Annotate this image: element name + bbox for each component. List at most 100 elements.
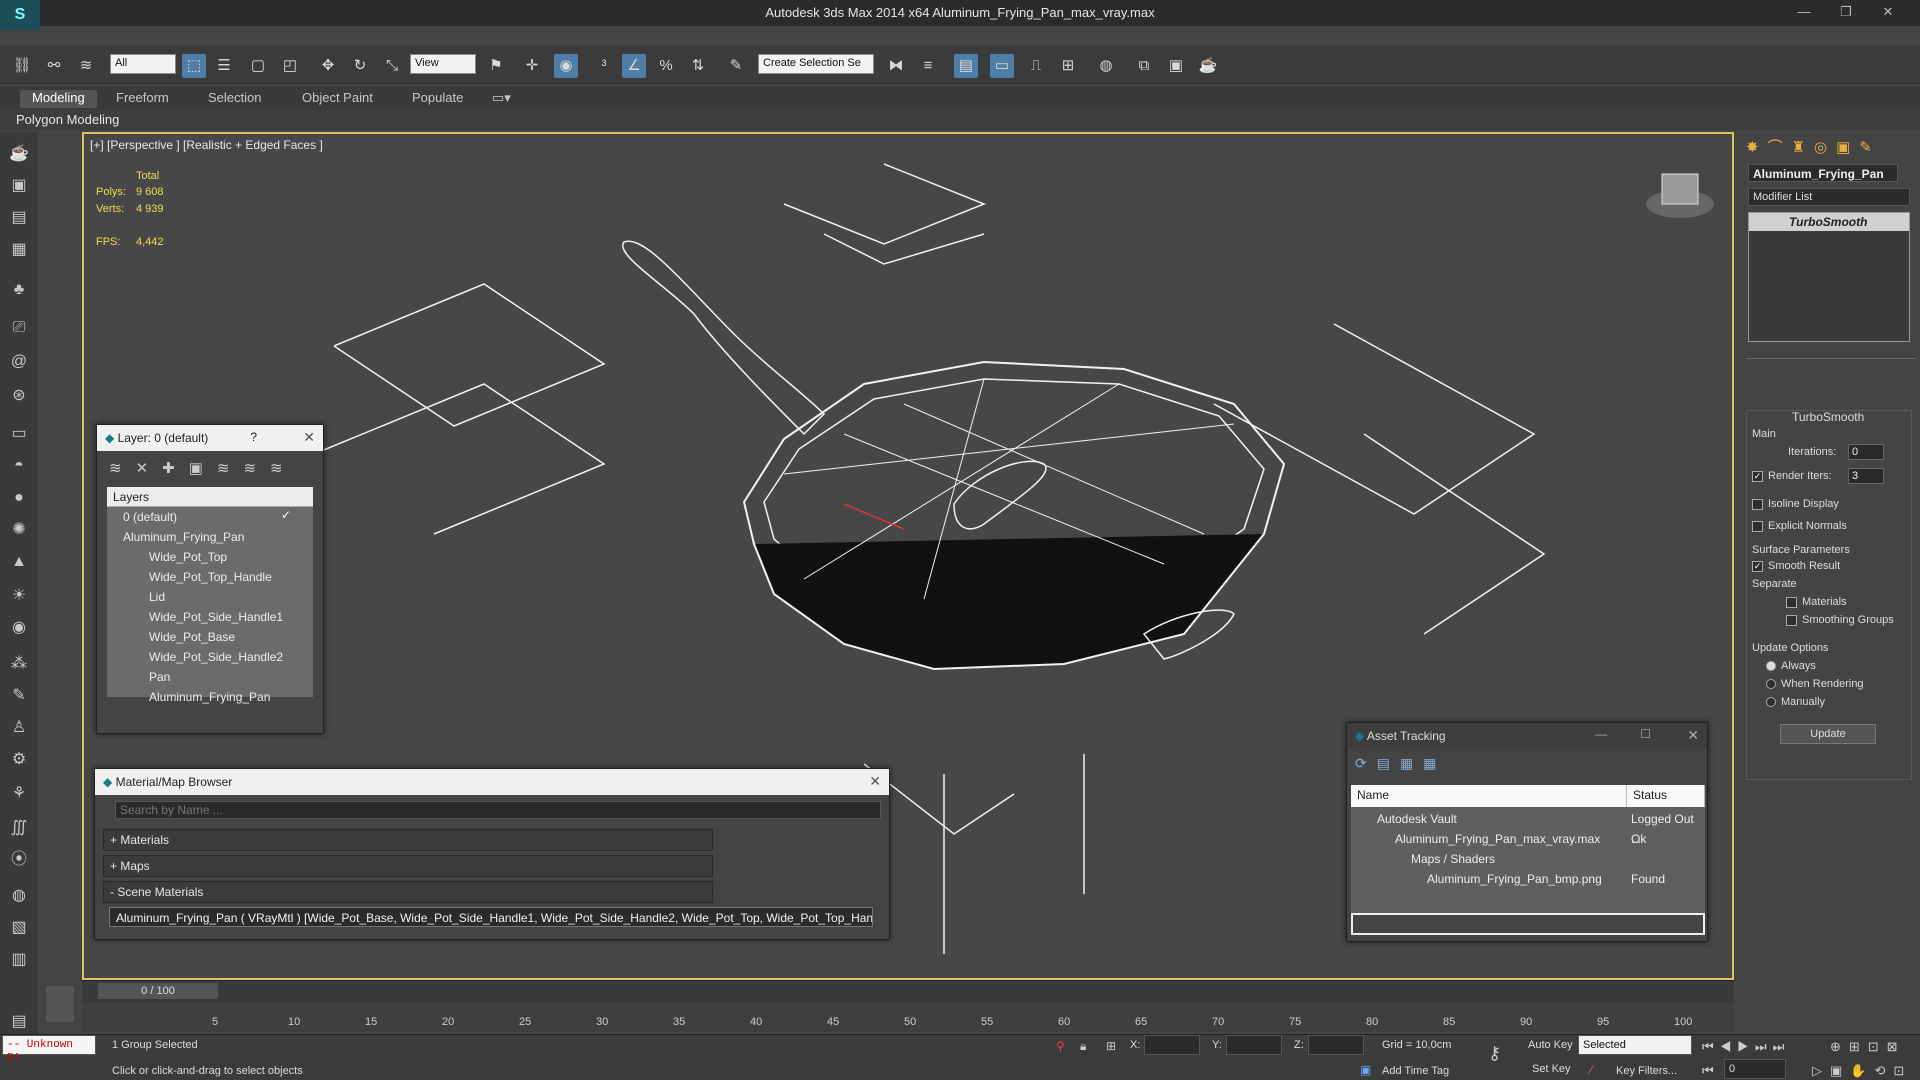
layer-item[interactable]: Aluminum_Frying_Pan: [107, 527, 313, 547]
mini-curve-icon[interactable]: [46, 986, 74, 1022]
percent-snap-icon[interactable]: %: [654, 54, 678, 78]
snaps-toggle-icon[interactable]: ³: [592, 54, 616, 78]
brush-icon[interactable]: ✎: [7, 684, 31, 708]
smooth-result-row[interactable]: ✓ Smooth Result: [1752, 560, 1840, 572]
modifier-turbosmooth[interactable]: TurboSmooth: [1749, 213, 1909, 231]
asset-row-name[interactable]: Autodesk Vault: [1377, 809, 1457, 829]
layer-panel-header[interactable]: ◆ Layer: 0 (default) ? ✕: [97, 425, 323, 451]
current-frame-field[interactable]: 0: [1724, 1059, 1786, 1079]
track-bar[interactable]: 5 10 15 20 25 30 35 40 45 50 55 60 65 70…: [82, 1002, 1734, 1032]
update-button[interactable]: Update: [1780, 724, 1876, 744]
align-icon[interactable]: ≡: [916, 54, 940, 78]
sphere2-icon[interactable]: ●: [7, 486, 31, 510]
manually-radio[interactable]: [1766, 697, 1776, 708]
tab-object-paint[interactable]: Object Paint: [290, 90, 385, 108]
render-iters-spinner[interactable]: 3: [1848, 468, 1884, 484]
layer-object[interactable]: Wide_Pot_Side_Handle1: [107, 607, 313, 627]
gear-icon[interactable]: ⚙: [7, 748, 31, 772]
render-iters-checkbox[interactable]: ✓: [1752, 470, 1763, 482]
ball-icon[interactable]: ◉: [7, 616, 31, 640]
smoothing-groups-row[interactable]: Smoothing Groups: [1786, 614, 1894, 626]
shell-icon[interactable]: ⦿: [7, 848, 31, 872]
ribbon-options-icon[interactable]: ▭▾: [480, 90, 523, 108]
layer-close-icon[interactable]: ✕: [303, 429, 315, 446]
scene-material-item[interactable]: Aluminum_Frying_Pan ( VRayMtl ) [Wide_Po…: [109, 907, 873, 927]
ribbon-toggle-icon[interactable]: ▭: [990, 54, 1014, 78]
layer-object[interactable]: Aluminum_Frying_Pan: [107, 687, 313, 707]
scale-icon[interactable]: ⤡: [380, 54, 404, 78]
reference-coord-dropdown[interactable]: View: [410, 54, 476, 74]
tab-modeling[interactable]: Modeling: [20, 90, 97, 108]
asset-row-name[interactable]: Aluminum_Frying_Pan_bmp.png: [1427, 869, 1602, 889]
window-crossing-icon[interactable]: ◰: [278, 54, 302, 78]
iterations-value[interactable]: 0: [1848, 444, 1884, 460]
isolate-icon[interactable]: ⚲: [1056, 1039, 1065, 1053]
bind-spacewarp-icon[interactable]: ≋: [74, 54, 98, 78]
materials-section[interactable]: + Materials: [103, 829, 713, 851]
modifier-stack[interactable]: TurboSmooth: [1748, 212, 1910, 342]
asset-tools-icon[interactable]: ⟳▤▦▦: [1355, 755, 1446, 772]
selection-filter-dropdown[interactable]: All: [110, 54, 176, 74]
playback-controls-icon[interactable]: ⏮◀▶⏭⏭: [1702, 1039, 1790, 1055]
layer-object[interactable]: Wide_Pot_Base: [107, 627, 313, 647]
asset-row-name[interactable]: Aluminum_Frying_Pan_max_vray.max: [1395, 829, 1600, 849]
material-browser[interactable]: ◆ Material/Map Browser ✕ + Materials + M…: [94, 768, 890, 940]
asset-table[interactable]: Name Status Autodesk Vault Logged Out ..…: [1351, 785, 1705, 929]
layer-manager-icon[interactable]: ▤: [954, 54, 978, 78]
person-icon[interactable]: ♙: [7, 716, 31, 740]
layer-tools-icon[interactable]: ≋✕✚▣≋≋≋: [109, 459, 297, 477]
pivot-center-icon[interactable]: ⚑: [484, 54, 508, 78]
spiral-icon[interactable]: @: [7, 350, 31, 374]
command-tabs-icon[interactable]: ✸⌒♜◎▣✎: [1746, 136, 1881, 157]
polygon-modeling-label[interactable]: Polygon Modeling: [0, 110, 1920, 130]
unlink-icon[interactable]: ⚯: [42, 54, 66, 78]
grid-icon[interactable]: ▦: [7, 238, 31, 262]
checkmark-icon[interactable]: ✓: [281, 508, 291, 522]
mirror-icon[interactable]: ⧓: [884, 54, 908, 78]
swatch-icon[interactable]: ▧: [7, 916, 31, 940]
key-mode-icon[interactable]: ⏮: [1702, 1063, 1714, 1079]
render-teapot-icon[interactable]: ☕: [1196, 54, 1220, 78]
keyboard-shortcut-icon[interactable]: ◉: [554, 54, 578, 78]
asset-path-field[interactable]: [1351, 913, 1705, 935]
rect-selection-icon[interactable]: ▢: [246, 54, 270, 78]
explicit-checkbox[interactable]: [1752, 520, 1763, 532]
named-selection-dropdown[interactable]: Create Selection Se: [758, 54, 874, 74]
box-icon[interactable]: ▭: [7, 422, 31, 446]
edit-named-selection-icon[interactable]: ✎: [724, 54, 748, 78]
always-row[interactable]: Always: [1766, 660, 1816, 672]
material-editor-icon[interactable]: ◍: [1094, 54, 1118, 78]
tree-icon[interactable]: ♣: [7, 278, 31, 302]
when-rendering-row[interactable]: When Rendering: [1766, 678, 1864, 690]
minimize-icon[interactable]: —: [1784, 4, 1824, 24]
hedra-icon[interactable]: ✺: [7, 518, 31, 542]
layer-object[interactable]: Wide_Pot_Top: [107, 547, 313, 567]
select-manipulate-icon[interactable]: ✛: [520, 54, 544, 78]
select-object-icon[interactable]: ⬚: [182, 54, 206, 78]
app-logo-icon[interactable]: S: [0, 0, 40, 30]
schematic-view-icon[interactable]: ⊞: [1056, 54, 1080, 78]
asset-column-status[interactable]: Status: [1627, 785, 1705, 807]
modifier-list-dropdown[interactable]: Modifier List: [1748, 188, 1910, 206]
tab-selection[interactable]: Selection: [196, 90, 273, 108]
key-set-dropdown[interactable]: Selected: [1578, 1035, 1692, 1055]
close-icon[interactable]: ✕: [1868, 4, 1908, 24]
sun-icon[interactable]: ☀: [7, 584, 31, 608]
hair-icon[interactable]: ∭: [7, 816, 31, 840]
lock-icon[interactable]: 🔒︎: [1080, 1039, 1086, 1054]
rendered-frame-icon[interactable]: ▣: [1164, 54, 1188, 78]
material-close-icon[interactable]: ✕: [869, 773, 881, 790]
key-icon[interactable]: ⚷: [1488, 1043, 1501, 1064]
particles-icon[interactable]: ⁂: [7, 652, 31, 676]
asset-tracking-panel[interactable]: ◆ Asset Tracking — ☐ ✕ ⟳▤▦▦ Name Status …: [1346, 722, 1708, 942]
plant-icon[interactable]: ⚘: [7, 782, 31, 806]
layer-object[interactable]: Wide_Pot_Side_Handle2: [107, 647, 313, 667]
render-iters-row[interactable]: ✓ Render Iters:: [1752, 470, 1832, 482]
spinner-snap-icon[interactable]: ⇅: [686, 54, 710, 78]
help-icon[interactable]: ?: [250, 430, 257, 444]
y-coordinate-field[interactable]: [1226, 1035, 1282, 1055]
sphere-icon[interactable]: ◓: [7, 454, 31, 478]
angle-snap-icon[interactable]: ∠: [622, 54, 646, 78]
globe-icon[interactable]: ◍: [7, 884, 31, 908]
when-rendering-radio[interactable]: [1766, 679, 1776, 690]
